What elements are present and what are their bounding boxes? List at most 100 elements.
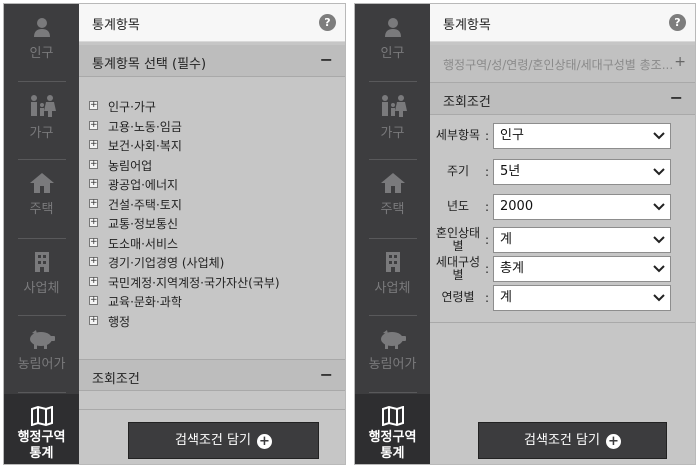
sidebar-label: 농림어가: [17, 357, 66, 372]
condition-row-detail: 세부항목 : 인구: [430, 123, 695, 149]
sidebar-item-admin-region[interactable]: 행정구역 통계: [355, 394, 430, 464]
tree-item[interactable]: + 국민계정·지역계정·국가자산(국부): [89, 274, 280, 294]
sidebar-divider: [18, 315, 66, 316]
collapse-icon[interactable]: −: [320, 365, 333, 384]
sidebar-label: 가구: [29, 126, 54, 141]
sidebar-item-household[interactable]: 가구: [355, 94, 430, 141]
sidebar-item-farming[interactable]: 농림어가: [355, 329, 430, 372]
chevron-down-icon: [653, 236, 665, 244]
house-icon: [380, 173, 405, 193]
expand-icon[interactable]: +: [89, 120, 98, 130]
condition-row-age: 연령별 : 계: [430, 285, 695, 311]
expand-icon[interactable]: +: [89, 218, 98, 227]
sidebar-item-household[interactable]: 가구: [4, 94, 79, 141]
tree-item[interactable]: + 교통·정보통신: [89, 215, 280, 235]
building-icon: [385, 252, 400, 272]
sidebar-divider: [18, 392, 66, 393]
sidebar-label: 인구: [29, 46, 54, 61]
marital-status-select[interactable]: 계: [493, 227, 671, 253]
collapse-icon[interactable]: −: [320, 50, 333, 69]
left-panel: 인구 가구 주택 사업체 농림어가 행정구역 통계 통계항목 ? 통계항목 선택…: [3, 3, 346, 465]
sidebar-label: 농림어가: [368, 357, 417, 372]
sidebar-item-farming[interactable]: 농림어가: [4, 329, 79, 372]
period-select[interactable]: 5년: [493, 159, 671, 185]
expand-icon[interactable]: +: [89, 257, 98, 266]
condition-row-period: 주기 : 5년: [430, 159, 695, 185]
selected-item-bar[interactable]: 행정구역/성/연령/혼인상태/세대구성별 총조... +: [430, 45, 695, 83]
sidebar-label: 사업체: [23, 281, 60, 296]
tree-item[interactable]: + 교육·문화·과학: [89, 293, 280, 313]
add-search-condition-button[interactable]: 검색조건 담기 +: [128, 422, 319, 459]
expand-icon[interactable]: +: [89, 315, 98, 325]
tree-item[interactable]: + 고용·노동·임금: [89, 118, 280, 138]
collapse-icon[interactable]: −: [670, 88, 683, 107]
sidebar-label: 주택: [29, 202, 54, 217]
sidebar-divider: [18, 238, 66, 239]
expand-icon[interactable]: +: [89, 101, 98, 110]
tree-item[interactable]: + 농림어업: [89, 157, 280, 177]
plus-circle-icon: +: [256, 434, 272, 449]
tree-item[interactable]: + 도소매·서비스: [89, 235, 280, 255]
sidebar-item-population[interactable]: 인구: [355, 16, 430, 61]
household-type-select[interactable]: 총계: [493, 256, 671, 282]
expand-icon[interactable]: +: [89, 140, 98, 149]
section-title: 통계항목 선택 (필수): [92, 57, 207, 72]
section-header-conditions[interactable]: 조회조건 −: [430, 83, 695, 115]
detail-item-select[interactable]: 인구: [493, 123, 671, 149]
chevron-down-icon: [653, 168, 665, 176]
sidebar-divider: [369, 81, 417, 82]
category-sidebar: 인구 가구 주택 사업체 농림어가 행정구역 통계: [4, 4, 79, 464]
expand-icon[interactable]: +: [89, 179, 98, 188]
section-header-conditions[interactable]: 조회조건 −: [79, 359, 345, 391]
page-title: 통계항목: [92, 18, 140, 33]
sidebar-label-line2: 통계: [380, 446, 405, 461]
chevron-down-icon: [653, 265, 665, 273]
sidebar-item-admin-region[interactable]: 행정구역 통계: [4, 394, 79, 464]
expand-icon[interactable]: +: [89, 198, 98, 208]
sidebar-item-business[interactable]: 사업체: [355, 251, 430, 296]
help-icon[interactable]: ?: [669, 14, 686, 31]
chevron-down-icon: [653, 132, 665, 140]
divider: [430, 322, 695, 323]
tree-item[interactable]: + 보건·사회·복지: [89, 137, 280, 157]
family-icon: [30, 95, 56, 117]
chevron-down-icon: [653, 294, 665, 302]
sidebar-divider: [18, 159, 66, 160]
expand-icon[interactable]: +: [89, 159, 98, 169]
category-sidebar: 인구 가구 주택 사업체 농림어가 행정구역 통계: [355, 4, 430, 464]
building-icon: [34, 252, 49, 272]
selected-item-text: 행정구역/성/연령/혼인상태/세대구성별 총조...: [443, 58, 674, 72]
add-search-condition-button[interactable]: 검색조건 담기 +: [478, 422, 667, 459]
sidebar-divider: [369, 159, 417, 160]
tree-item[interactable]: + 인구·가구: [89, 98, 280, 118]
sidebar-label-line1: 행정구역: [368, 430, 417, 445]
expand-icon[interactable]: +: [89, 276, 98, 286]
divider: [79, 409, 345, 410]
sidebar-label: 가구: [380, 126, 405, 141]
expand-icon[interactable]: +: [89, 237, 98, 247]
sidebar-item-housing[interactable]: 주택: [4, 172, 79, 217]
condition-row-marital: 혼인상태별 : 계: [430, 227, 695, 253]
sidebar-item-business[interactable]: 사업체: [4, 251, 79, 296]
tree-item[interactable]: + 광공업·에너지: [89, 176, 280, 196]
sidebar-item-population[interactable]: 인구: [4, 16, 79, 61]
age-select[interactable]: 계: [493, 285, 671, 311]
sidebar-divider: [369, 315, 417, 316]
expand-icon[interactable]: +: [89, 296, 98, 305]
sidebar-divider: [369, 238, 417, 239]
family-icon: [381, 95, 407, 117]
sidebar-item-housing[interactable]: 주택: [355, 172, 430, 217]
section-header-item-select[interactable]: 통계항목 선택 (필수) −: [79, 45, 345, 77]
year-select[interactable]: 2000: [493, 194, 671, 220]
tree-item[interactable]: + 건설·주택·토지: [89, 196, 280, 216]
help-icon[interactable]: ?: [319, 14, 336, 31]
plus-circle-icon: +: [605, 434, 621, 449]
person-icon: [33, 18, 50, 37]
condition-label: 혼인상태별: [435, 226, 481, 253]
expand-icon[interactable]: +: [674, 54, 686, 70]
title-bar: 통계항목 ?: [430, 4, 695, 42]
tree-item[interactable]: + 경기·기업경영 (사업체): [89, 254, 280, 274]
tree-item[interactable]: + 행정: [89, 313, 280, 333]
person-icon: [384, 18, 401, 37]
right-panel: 인구 가구 주택 사업체 농림어가 행정구역 통계 통계항목 ? 행정구역/성/…: [354, 3, 696, 465]
